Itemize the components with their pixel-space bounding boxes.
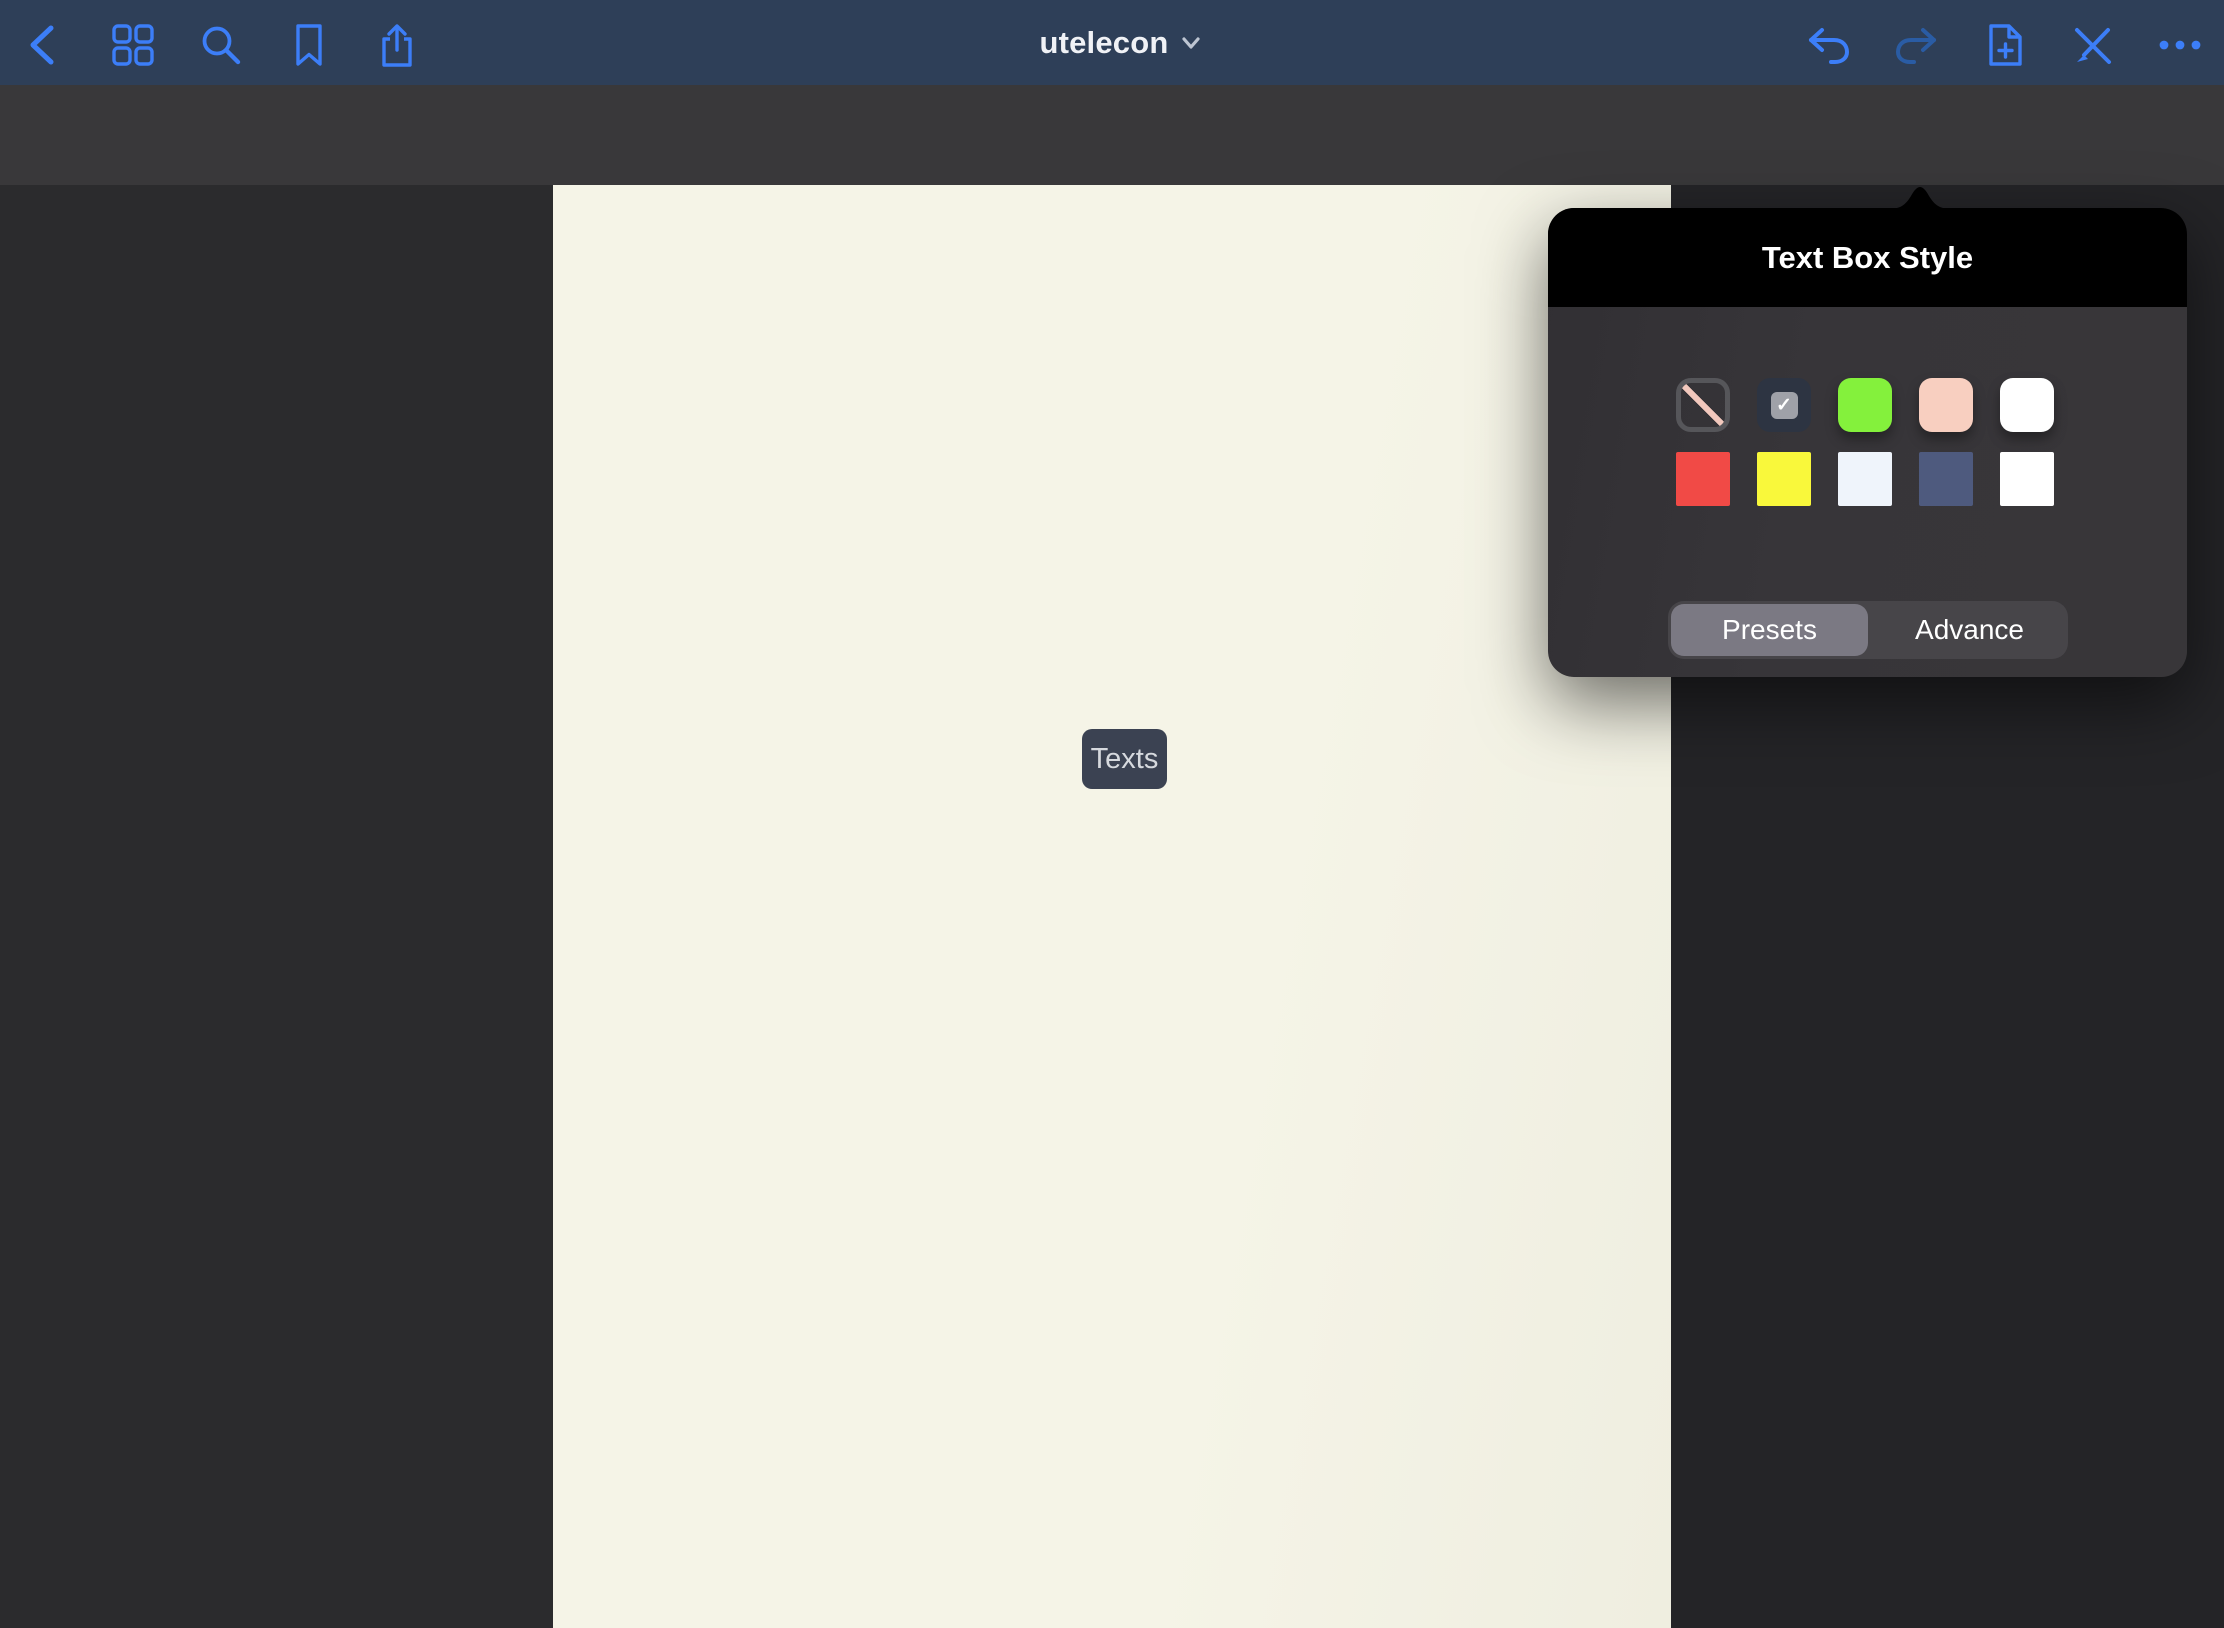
canvas-text-box[interactable]: Texts [1082,729,1167,789]
tab-presets[interactable]: Presets [1671,604,1868,656]
pen-cross-icon [2068,21,2116,69]
share-icon [374,22,420,68]
undo-button[interactable] [1804,21,1852,69]
canvas-background-left [0,185,553,1628]
add-page-icon [1981,21,2029,69]
document-title-button[interactable]: utelecon [940,0,1300,85]
bookmark-button[interactable] [285,21,333,69]
navbar: utelecon [0,0,2224,85]
popover-arrow [1888,182,1952,209]
presets-advance-segmented-control: Presets Advance [1668,601,2068,659]
share-button[interactable] [373,21,421,69]
ellipsis-icon [2156,21,2204,69]
style-swatch-green[interactable] [1838,378,1892,432]
style-swatch-yellow[interactable] [1757,452,1811,506]
checkmark-icon: ✓ [1771,392,1798,419]
undo-icon [1804,21,1852,69]
style-swatch-white2[interactable] [2000,452,2054,506]
back-chevron-icon [25,22,59,68]
style-swatch-row-1: ✓ [1676,378,2060,432]
disable-pen-button[interactable] [2068,21,2116,69]
popover-header: Text Box Style [1548,208,2187,307]
more-button[interactable] [2156,21,2204,69]
grid-icon [111,23,155,67]
style-swatch-row-2 [1676,452,2060,506]
canvas-text: Texts [1091,743,1159,776]
bookmark-icon [286,22,332,68]
note-page[interactable]: Texts [553,185,1671,1628]
style-swatch-selected[interactable]: ✓ [1757,378,1811,432]
chevron-down-icon [1181,36,1201,50]
popover-title: Text Box Style [1762,240,1973,276]
redo-button[interactable] [1893,21,1941,69]
search-button[interactable] [197,21,245,69]
redo-icon [1893,21,1941,69]
back-button[interactable] [18,21,66,69]
style-swatch-slate[interactable] [1919,452,1973,506]
style-swatch-none[interactable] [1676,378,1730,432]
style-swatch-white[interactable] [2000,378,2054,432]
tab-advance[interactable]: Advance [1871,601,2068,659]
pages-overview-button[interactable] [109,21,157,69]
style-swatch-lightblue[interactable] [1838,452,1892,506]
style-swatch-peach[interactable] [1919,378,1973,432]
add-page-button[interactable] [1981,21,2029,69]
search-icon [198,22,244,68]
style-swatch-red[interactable] [1676,452,1730,506]
page-title: utelecon [1039,25,1168,61]
tool-toolbar: a T [0,85,2224,185]
